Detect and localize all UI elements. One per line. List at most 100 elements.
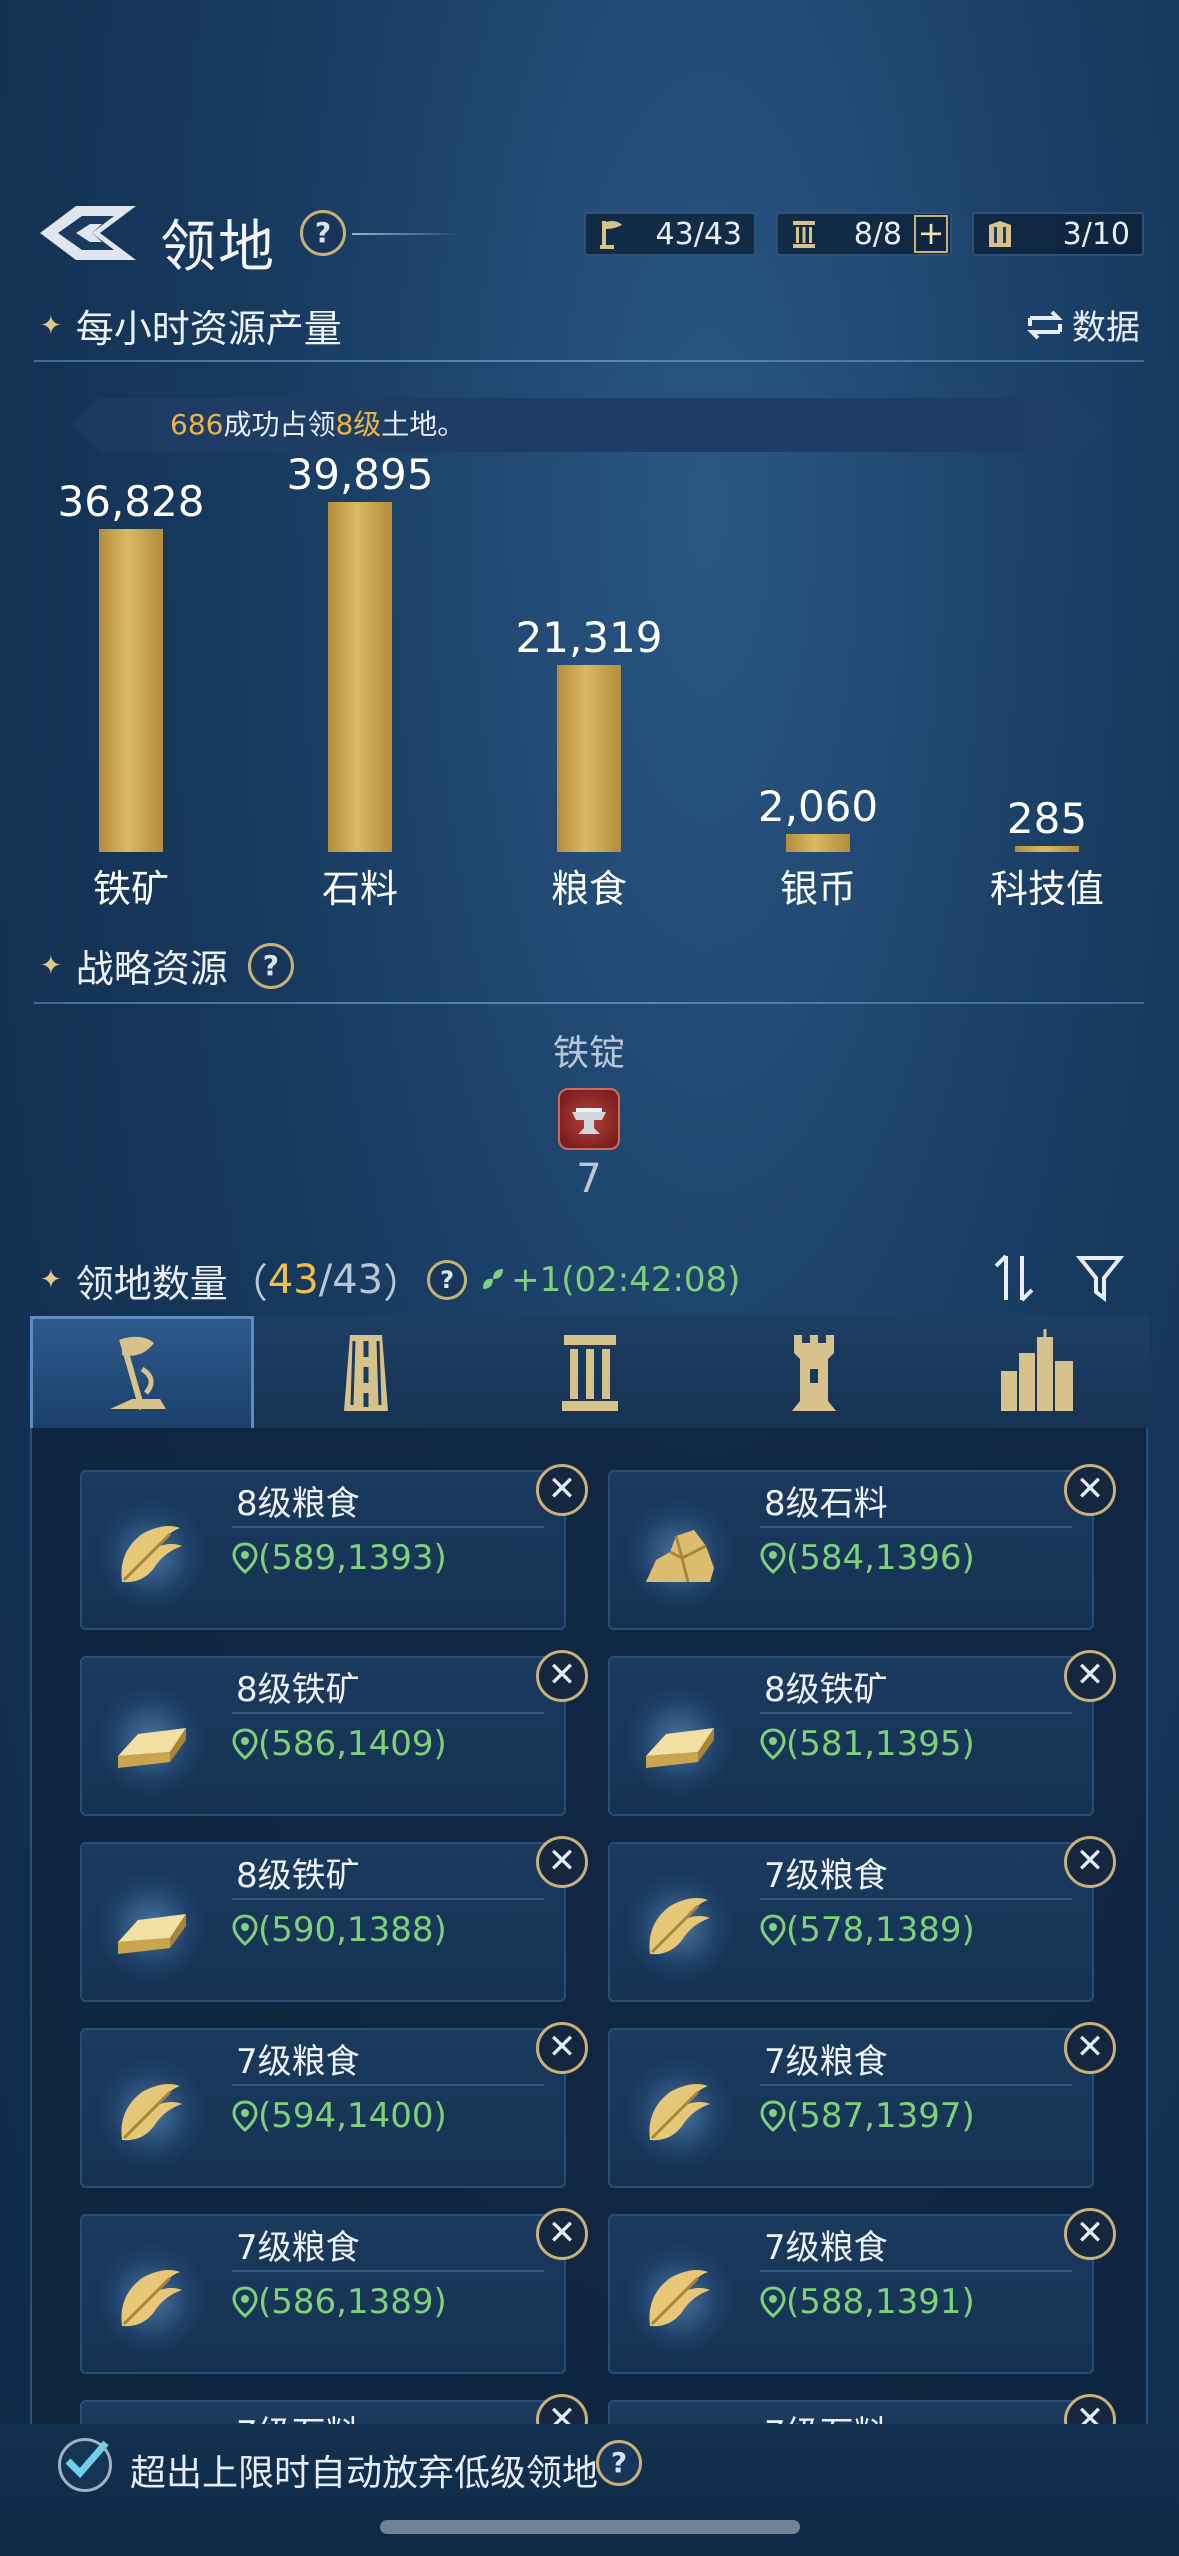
help-button[interactable]: ? <box>247 942 294 989</box>
section-title-production: ✦ 每小时资源产量 <box>40 298 342 353</box>
question-icon: ? <box>610 2446 628 2479</box>
divider <box>760 1526 1072 1528</box>
territory-coordinate[interactable]: (594,1400) <box>232 2096 447 2136</box>
abandon-button[interactable]: ✕ <box>1064 2208 1116 2260</box>
territory-count-row: ✦ 领地数量 （ 43 /43 ） ? +1(02:42:08) <box>40 1250 740 1310</box>
add-button[interactable]: + <box>914 215 948 253</box>
territory-card[interactable]: 8级石料 (584,1396) ✕ <box>608 1464 1116 1630</box>
filter-button[interactable] <box>1075 1252 1125 1308</box>
territory-card[interactable]: 7级粮食 (594,1400) ✕ <box>80 2022 588 2188</box>
territory-coordinate[interactable]: (588,1391) <box>760 2282 975 2322</box>
data-button[interactable]: 数据 <box>1024 300 1140 349</box>
section-title-text: 每小时资源产量 <box>75 307 342 351</box>
territory-card[interactable]: 7级粮食 (578,1389) ✕ <box>608 1836 1116 2002</box>
question-icon: ? <box>262 948 279 982</box>
building-stat: 8/8 + <box>776 212 952 256</box>
abandon-button[interactable]: ✕ <box>536 2022 588 2074</box>
close-icon: ✕ <box>1075 1655 1105 1695</box>
abandon-button[interactable]: ✕ <box>536 1836 588 1888</box>
coordinate-text: (594,1400) <box>258 2096 447 2136</box>
abandon-button[interactable]: ✕ <box>1064 1464 1116 1516</box>
territory-card[interactable]: 7级粮食 (588,1391) ✕ <box>608 2208 1116 2374</box>
abandon-button[interactable]: ✕ <box>536 2208 588 2260</box>
territory-card[interactable]: 8级铁矿 (590,1388) ✕ <box>80 1836 588 2002</box>
territory-name: 7级粮食 <box>764 2042 888 2082</box>
territory-coordinate[interactable]: (590,1388) <box>232 1910 447 1950</box>
section-title-text: 战略资源 <box>75 947 228 991</box>
territory-card[interactable]: 7级石料 ✕ <box>608 2394 1116 2424</box>
tab-city[interactable] <box>926 1316 1150 1428</box>
shield-icon <box>982 216 1018 252</box>
coordinate-text: (588,1391) <box>786 2282 975 2322</box>
close-icon: ✕ <box>1075 1841 1105 1881</box>
coordinate-text: (590,1388) <box>258 1910 447 1950</box>
divider <box>232 1898 544 1900</box>
home-indicator[interactable] <box>380 2520 800 2534</box>
tab-pillar[interactable] <box>478 1316 702 1428</box>
grain-icon <box>108 1512 194 1598</box>
help-button[interactable]: ? <box>427 1260 468 1300</box>
chart-category-label: 石料 <box>321 867 398 911</box>
territory-coordinate[interactable]: (586,1389) <box>232 2282 447 2322</box>
chart-category-label: 银币 <box>779 867 856 911</box>
territory-coordinate[interactable]: (589,1393) <box>232 1538 447 1578</box>
strategic-item-name: 铁锭 <box>552 1033 625 1074</box>
filter-icon <box>1075 1256 1125 1302</box>
stone-icon <box>636 1512 722 1598</box>
close-icon: ✕ <box>1075 2027 1105 2067</box>
territory-name: 7级石料 <box>764 2406 888 2424</box>
auto-abandon-checkbox[interactable] <box>58 2438 112 2492</box>
territory-card[interactable]: 7级石料 ✕ <box>80 2394 588 2424</box>
territory-name: 8级铁矿 <box>236 1856 360 1896</box>
territory-coordinate[interactable]: (584,1396) <box>760 1538 975 1578</box>
chart-bar <box>557 665 621 852</box>
close-icon: ✕ <box>547 2027 577 2067</box>
tower-icon <box>792 1335 836 1411</box>
tab-road[interactable] <box>254 1316 478 1428</box>
territory-coordinate[interactable]: (586,1409) <box>232 1724 447 1764</box>
chart-bar <box>786 834 850 852</box>
territory-list: 8级粮食 (589,1393) ✕ 8级石料 (584,1396) ✕ 8级铁矿 (586,1… <box>30 1428 1148 2424</box>
back-arrow-icon <box>40 206 136 260</box>
chart-category-label: 铁矿 <box>92 867 169 911</box>
territory-card[interactable]: 8级铁矿 (581,1395) ✕ <box>608 1650 1116 1816</box>
territory-coordinate[interactable]: (578,1389) <box>760 1910 975 1950</box>
help-button[interactable]: ? <box>300 210 346 256</box>
abandon-button[interactable]: ✕ <box>536 2394 588 2424</box>
abandon-button[interactable]: ✕ <box>1064 2022 1116 2074</box>
divider <box>232 2084 544 2086</box>
sort-button[interactable] <box>990 1252 1038 1308</box>
coordinate-text: (584,1396) <box>786 1538 975 1578</box>
close-icon: ✕ <box>547 1841 577 1881</box>
chart-value-label: 39,895 <box>286 450 434 499</box>
back-button[interactable] <box>36 200 142 266</box>
territory-coordinate[interactable]: (581,1395) <box>760 1724 975 1764</box>
help-button[interactable]: ? <box>596 2440 642 2486</box>
abandon-button[interactable]: ✕ <box>536 1650 588 1702</box>
grain-icon <box>636 2256 722 2342</box>
abandon-button[interactable]: ✕ <box>1064 1836 1116 1888</box>
location-pin-icon <box>232 2286 258 2318</box>
territory-card[interactable]: 7级粮食 (586,1389) ✕ <box>80 2208 588 2374</box>
territory-card[interactable]: 7级粮食 (587,1397) ✕ <box>608 2022 1116 2188</box>
abandon-button[interactable]: ✕ <box>536 1464 588 1516</box>
close-icon: ✕ <box>547 2213 577 2253</box>
abandon-button[interactable]: ✕ <box>1064 1650 1116 1702</box>
grain-icon <box>108 2070 194 2156</box>
close-icon: ✕ <box>547 2399 577 2424</box>
anvil-icon[interactable] <box>558 1088 620 1150</box>
divider <box>760 1898 1072 1900</box>
star-icon: ✦ <box>40 1265 62 1295</box>
territory-card[interactable]: 8级铁矿 (586,1409) ✕ <box>80 1650 588 1816</box>
refresh-icon <box>1027 310 1063 339</box>
chart-value-label: 21,319 <box>515 613 663 662</box>
tab-flag[interactable] <box>30 1316 254 1428</box>
section-divider <box>34 1002 1144 1004</box>
star-icon: ✦ <box>40 950 62 981</box>
abandon-button[interactable]: ✕ <box>1064 2394 1116 2424</box>
tab-tower[interactable] <box>702 1316 926 1428</box>
territory-card[interactable]: 8级粮食 (589,1393) ✕ <box>80 1464 588 1630</box>
grain-icon <box>636 1884 722 1970</box>
territory-coordinate[interactable]: (587,1397) <box>760 2096 975 2136</box>
paren-open: （ <box>227 1261 268 1307</box>
